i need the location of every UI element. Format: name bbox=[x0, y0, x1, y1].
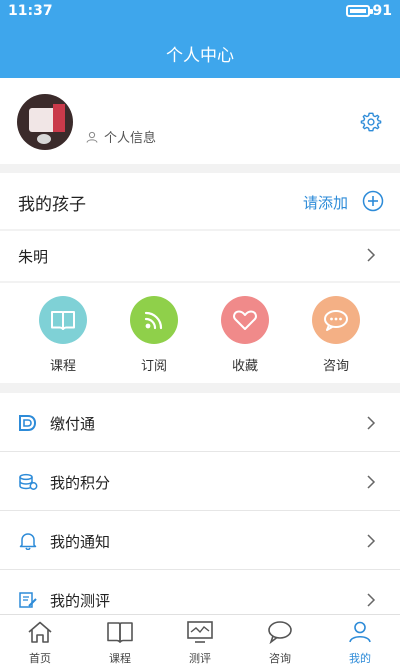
battery-icon bbox=[346, 5, 373, 17]
tab-course-label: 课程 bbox=[109, 652, 131, 665]
home-icon bbox=[28, 621, 52, 643]
profile-card[interactable]: 个人信息 bbox=[0, 78, 400, 164]
menu-item-points[interactable]: 我的积分 bbox=[0, 452, 400, 511]
app-header: 11:37 91 个人中心 bbox=[0, 0, 400, 78]
my-kids-section: 我的孩子 请添加 bbox=[0, 173, 400, 229]
menu-item-points-label: 我的积分 bbox=[50, 474, 111, 492]
book-icon bbox=[51, 311, 75, 330]
rss-icon bbox=[144, 311, 163, 330]
menu-item-assessment-label: 我的测评 bbox=[50, 592, 111, 610]
battery-level: 91 bbox=[372, 3, 392, 19]
tab-home[interactable]: 首页 bbox=[15, 620, 65, 666]
avatar-detail bbox=[53, 104, 65, 132]
feature-consult-label: 咨询 bbox=[322, 359, 349, 374]
book-icon bbox=[107, 622, 133, 643]
feature-favorites-circle bbox=[221, 296, 269, 344]
feature-subscribe-circle bbox=[130, 296, 178, 344]
feature-favorites[interactable]: 收藏 bbox=[215, 296, 275, 374]
feature-subscribe-label: 订阅 bbox=[140, 359, 167, 374]
avatar-detail-dot bbox=[37, 134, 51, 144]
chevron-right-icon bbox=[367, 248, 376, 262]
heart-icon bbox=[233, 310, 257, 330]
monitor-icon bbox=[187, 621, 213, 643]
user-icon bbox=[349, 621, 371, 643]
feature-course-label: 课程 bbox=[49, 359, 76, 374]
tab-mine-label: 我的 bbox=[349, 652, 371, 665]
add-circle-icon[interactable] bbox=[362, 190, 384, 212]
child-row[interactable]: 朱明 bbox=[0, 231, 400, 281]
tab-assessment[interactable]: 测评 bbox=[175, 620, 225, 666]
user-icon bbox=[86, 131, 98, 143]
menu-item-notifications[interactable]: 我的通知 bbox=[0, 511, 400, 570]
my-kids-title: 我的孩子 bbox=[18, 195, 86, 215]
tab-assessment-label: 测评 bbox=[189, 652, 211, 665]
chevron-right-icon bbox=[367, 534, 376, 548]
status-time: 11:37 bbox=[8, 3, 53, 19]
feature-favorites-label: 收藏 bbox=[231, 359, 258, 374]
bottom-tab-bar: 首页 课程 测评 咨询 我的 bbox=[0, 614, 400, 666]
tab-home-label: 首页 bbox=[29, 652, 51, 665]
payment-icon bbox=[19, 415, 37, 431]
feature-course[interactable]: 课程 bbox=[33, 296, 93, 374]
add-child-link[interactable]: 请添加 bbox=[303, 192, 348, 213]
chevron-right-icon bbox=[367, 416, 376, 430]
settings-gear-icon[interactable] bbox=[360, 111, 382, 133]
feature-course-circle bbox=[39, 296, 87, 344]
status-bar: 11:37 91 bbox=[0, 0, 400, 24]
menu-item-payment[interactable]: 缴付通 bbox=[0, 393, 400, 452]
menu-item-payment-label: 缴付通 bbox=[50, 415, 96, 433]
bell-icon bbox=[19, 533, 37, 550]
page-title: 个人中心 bbox=[166, 46, 234, 66]
tab-consult[interactable]: 咨询 bbox=[255, 620, 305, 666]
edit-icon bbox=[19, 592, 37, 608]
feature-consult-circle bbox=[312, 296, 360, 344]
tab-consult-label: 咨询 bbox=[269, 652, 291, 665]
chat-icon bbox=[268, 621, 292, 645]
chevron-right-icon bbox=[367, 593, 376, 607]
feature-shortcuts: 课程 订阅 收藏 咨询 bbox=[0, 283, 400, 383]
avatar[interactable] bbox=[17, 94, 73, 150]
menu-item-notifications-label: 我的通知 bbox=[50, 533, 111, 551]
menu-list: 缴付通 我的积分 我的通知 我的测评 bbox=[0, 393, 400, 629]
tab-mine[interactable]: 我的 bbox=[335, 620, 385, 666]
chevron-right-icon bbox=[367, 475, 376, 489]
profile-info-label: 个人信息 bbox=[104, 131, 157, 146]
chat-icon bbox=[324, 310, 348, 331]
feature-consult[interactable]: 咨询 bbox=[306, 296, 366, 374]
child-name: 朱明 bbox=[18, 248, 49, 266]
tab-course[interactable]: 课程 bbox=[95, 620, 145, 666]
feature-subscribe[interactable]: 订阅 bbox=[124, 296, 184, 374]
coins-icon bbox=[19, 473, 38, 490]
profile-info-link[interactable]: 个人信息 bbox=[86, 127, 156, 146]
